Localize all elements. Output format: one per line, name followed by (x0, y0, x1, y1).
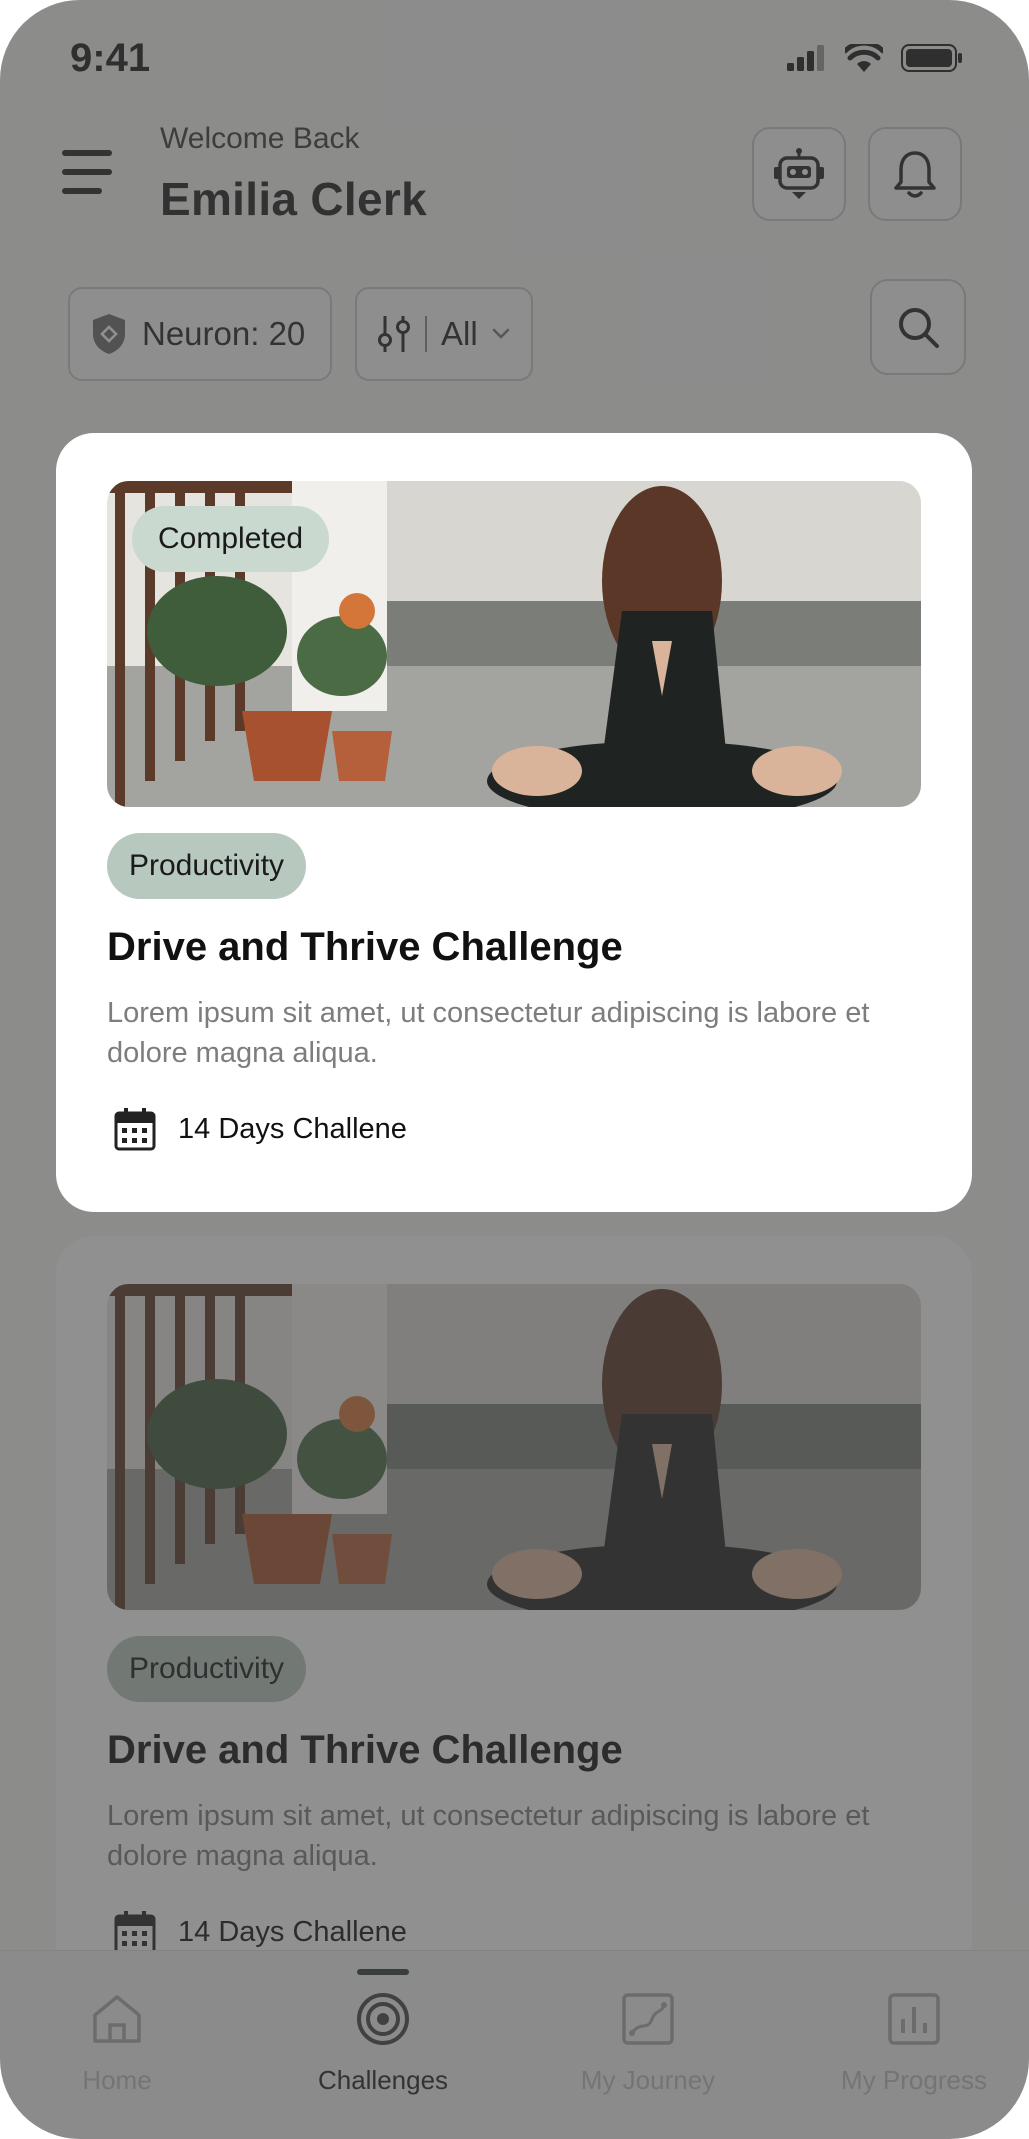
nav-label-home: Home (82, 2065, 152, 2095)
target-icon (357, 1993, 409, 2045)
assistant-button[interactable] (752, 127, 846, 221)
calendar-icon (114, 1911, 156, 1954)
nav-my-progress[interactable]: My Progress (814, 1991, 1014, 2096)
journey-icon (622, 1993, 674, 2045)
status-time: 9:41 (70, 36, 151, 80)
phone-screen: 9:41 Welcome Back Emilia Clerk Neuron: 2… (0, 0, 1029, 2139)
home-icon (93, 1995, 141, 2043)
challenge-description: Lorem ipsum sit amet, ut consectetur adi… (107, 1800, 870, 1872)
wifi-icon (845, 44, 883, 72)
challenge-card-highlighted[interactable]: Completed Productivity Drive and Thrive … (56, 433, 972, 1212)
search-button[interactable] (870, 279, 966, 375)
category-chip: Productivity (107, 1636, 307, 1702)
bottom-nav: Home Challenges My Journey My Progress (0, 1950, 1029, 2139)
category-chip: Productivity (107, 833, 307, 899)
duration-label: 14 Days Challene (178, 1112, 407, 1145)
challenge-image: Completed (107, 481, 921, 807)
challenge-duration: 14 Days Challene (114, 1107, 407, 1151)
sliders-icon (378, 316, 410, 352)
category-filter[interactable]: All (355, 287, 533, 381)
nav-label-my-journey: My Journey (580, 2065, 716, 2095)
filter-value: All (441, 315, 478, 352)
challenge-description: Lorem ipsum sit amet, ut consectetur adi… (107, 997, 870, 1069)
nav-label-challenges: Challenges (317, 2065, 449, 2095)
duration-label: 14 Days Challene (178, 1915, 407, 1948)
challenge-card[interactable]: Productivity Drive and Thrive Challenge … (56, 1236, 972, 1996)
chart-icon (888, 1993, 940, 2045)
battery-icon (901, 44, 962, 72)
notifications-button[interactable] (868, 127, 962, 221)
welcome-text: Welcome Back (160, 122, 360, 155)
chevron-down-icon (492, 328, 509, 339)
search-icon (899, 308, 939, 348)
nav-label-my-progress: My Progress (841, 2065, 987, 2095)
completed-badge: Completed (132, 506, 330, 572)
nav-challenges[interactable]: Challenges (283, 1991, 483, 2096)
filter-divider (425, 316, 427, 352)
active-tab-indicator (357, 1969, 409, 1975)
status-icons (787, 44, 963, 72)
neuron-badge[interactable]: Neuron: 20 (68, 287, 332, 381)
challenge-title: Drive and Thrive Challenge (107, 925, 623, 969)
calendar-icon (114, 1108, 156, 1151)
challenge-image (107, 1284, 921, 1610)
nav-home[interactable]: Home (17, 1991, 217, 2096)
neuron-label: Neuron: 20 (142, 315, 306, 352)
nav-my-journey[interactable]: My Journey (548, 1991, 748, 2096)
shield-icon (93, 314, 125, 354)
signal-icon (787, 45, 824, 71)
menu-icon[interactable] (62, 150, 116, 194)
bell-icon (894, 151, 936, 198)
robot-icon (774, 148, 824, 199)
challenge-duration: 14 Days Challene (114, 1910, 407, 1954)
user-name: Emilia Clerk (160, 173, 427, 225)
challenge-title: Drive and Thrive Challenge (107, 1728, 623, 1772)
